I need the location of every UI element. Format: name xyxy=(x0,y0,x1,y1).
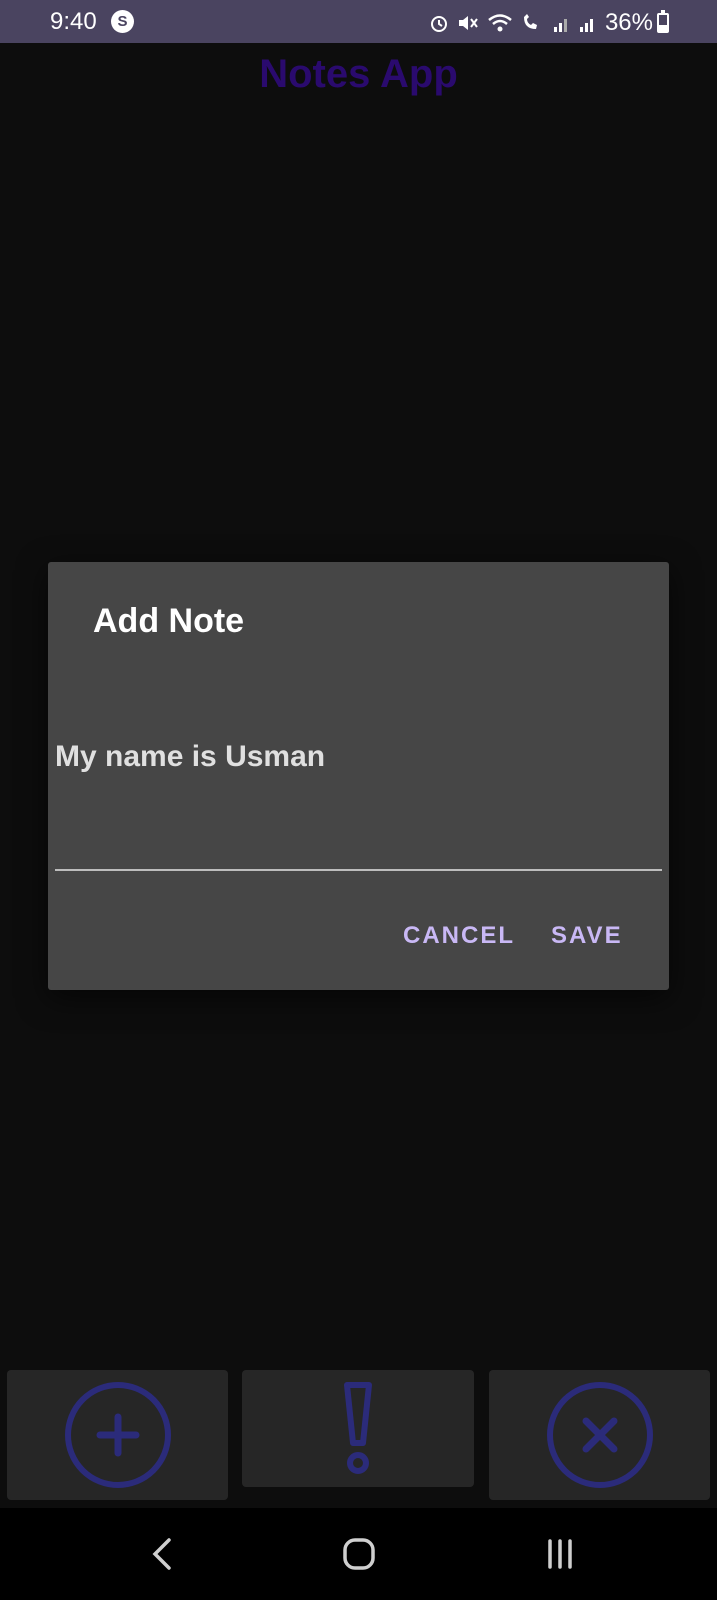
dialog-title: Add Note xyxy=(93,602,245,640)
mute-icon xyxy=(458,16,478,30)
add-note-button[interactable] xyxy=(7,1370,228,1500)
battery-percent: 36% xyxy=(604,9,653,36)
signal-icon xyxy=(553,19,567,32)
status-bar: 9:40 S 36% xyxy=(0,0,717,43)
alarm-icon xyxy=(430,16,447,32)
wifi-call-icon xyxy=(523,14,537,29)
home-icon[interactable] xyxy=(337,1532,381,1576)
battery-icon xyxy=(657,10,669,33)
cancel-button[interactable]: CANCEL xyxy=(403,922,515,950)
status-time: 9:40 xyxy=(50,8,97,35)
status-icons: 36% xyxy=(429,9,653,37)
add-note-dialog: Add Note CANCEL SAVE xyxy=(48,562,669,990)
recents-icon[interactable] xyxy=(538,1532,582,1576)
note-input[interactable] xyxy=(55,732,662,782)
alert-button[interactable] xyxy=(242,1370,474,1487)
save-button[interactable]: SAVE xyxy=(551,922,623,950)
app-notification-icon: S xyxy=(111,10,134,33)
close-circle-icon xyxy=(546,1382,653,1488)
app-title: Notes App xyxy=(259,52,458,96)
signal-icon xyxy=(579,19,593,32)
delete-note-button[interactable] xyxy=(489,1370,710,1500)
exclamation-icon xyxy=(344,1381,372,1474)
navigation-bar xyxy=(0,1508,717,1600)
wifi-icon xyxy=(488,14,512,32)
add-circle-icon xyxy=(64,1382,171,1488)
input-underline xyxy=(55,869,662,871)
screen: 9:40 S 36% Notes App Add Note My name is… xyxy=(0,0,717,1600)
back-icon[interactable] xyxy=(141,1532,185,1576)
action-bar xyxy=(0,1370,717,1500)
